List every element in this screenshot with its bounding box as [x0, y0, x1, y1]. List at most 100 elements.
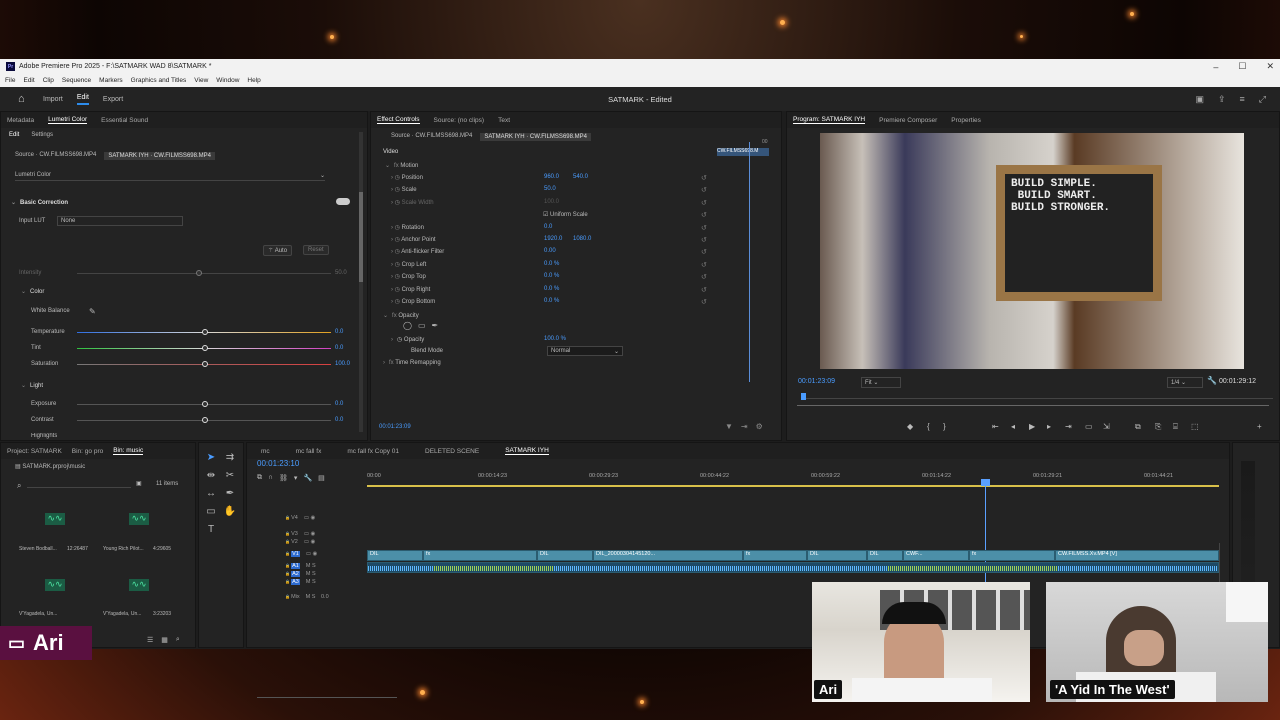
stopwatch-icon[interactable]: › ◷: [391, 287, 402, 293]
saturation-slider[interactable]: [77, 361, 331, 367]
chevron-right-icon[interactable]: ›: [391, 337, 393, 343]
property-value[interactable]: 1920.0: [544, 236, 562, 242]
temperature-value[interactable]: 0.0: [335, 329, 343, 335]
stopwatch-icon[interactable]: › ◷: [391, 237, 401, 243]
intensity-value[interactable]: 50.0: [335, 270, 347, 276]
menu-help[interactable]: Help: [247, 77, 260, 84]
basic-correction-toggle[interactable]: [336, 198, 350, 205]
mark-in-icon[interactable]: {: [927, 422, 930, 431]
property-value[interactable]: 0.0 %: [544, 298, 559, 304]
ec-timecode[interactable]: 00:01:23:09: [379, 424, 411, 430]
tab-premiere-composer[interactable]: Premiere Composer: [879, 117, 937, 124]
eye-icon[interactable]: ▭ ◉: [304, 531, 316, 537]
marker-icon[interactable]: ◆: [907, 422, 913, 431]
razor-tool-icon[interactable]: ✂: [223, 469, 237, 483]
stopwatch-icon[interactable]: › ◷: [391, 274, 402, 280]
track-header[interactable]: 🔒 V3 ▭ ◉: [285, 531, 315, 537]
eyedropper-icon[interactable]: ✎: [89, 307, 96, 316]
workspace-icon[interactable]: ▣: [1195, 94, 1204, 105]
tab-text[interactable]: Text: [498, 117, 510, 124]
tab-export[interactable]: Export: [103, 96, 123, 103]
property-value[interactable]: 100.0: [544, 199, 559, 205]
property-value[interactable]: 0.0: [544, 224, 552, 230]
reset-icon[interactable]: ↺: [701, 261, 707, 269]
stopwatch-icon[interactable]: › ◷: [391, 187, 402, 193]
contrast-value[interactable]: 0.0: [335, 417, 343, 423]
track-header[interactable]: 🔒 A3 M S: [285, 579, 316, 585]
chevron-down-icon[interactable]: ⌄: [385, 163, 390, 169]
search-input[interactable]: [27, 479, 131, 488]
minimize-button[interactable]: –: [1213, 62, 1218, 72]
video-clip[interactable]: DIL: [537, 550, 593, 561]
subtab-settings[interactable]: Settings: [31, 132, 53, 138]
track-header[interactable]: 🔒 V2 ▭ ◉: [285, 539, 315, 545]
step-forward-icon[interactable]: ▸: [1047, 422, 1051, 431]
camera-icon[interactable]: ⌸: [1173, 422, 1178, 432]
chevron-down-icon[interactable]: ⌄: [21, 383, 26, 389]
menu-view[interactable]: View: [194, 77, 208, 84]
timeline-zoom-scroll[interactable]: [257, 697, 397, 698]
ellipse-mask-icon[interactable]: ◯: [403, 321, 412, 330]
quality-select[interactable]: 1/4 ⌄: [1167, 377, 1203, 388]
reset-icon[interactable]: ↺: [701, 286, 707, 294]
light-section-header[interactable]: Light: [30, 383, 43, 389]
slip-tool-icon[interactable]: ↔: [204, 487, 218, 501]
temperature-slider[interactable]: [77, 329, 331, 335]
export-frame-icon[interactable]: ⇥: [741, 422, 748, 431]
track-header[interactable]: 🔒 A2 M S: [285, 571, 316, 577]
ec-playhead[interactable]: [749, 142, 750, 382]
snap-icon[interactable]: ∩: [268, 474, 273, 482]
icon-view-icon[interactable]: ▦: [161, 636, 168, 644]
stopwatch-icon[interactable]: › ◷: [391, 249, 401, 255]
scrollbar[interactable]: [359, 132, 363, 432]
tab-source[interactable]: Source: (no clips): [434, 117, 485, 124]
mark-out-icon[interactable]: }: [943, 422, 946, 431]
rect-mask-icon[interactable]: ▭: [418, 321, 426, 330]
reset-icon[interactable]: ↺: [701, 298, 707, 306]
search-icon[interactable]: ⌕: [17, 481, 21, 491]
tab-seq-mc[interactable]: mc: [261, 448, 270, 455]
fullscreen-icon[interactable]: ⤢: [1259, 94, 1266, 105]
find-icon[interactable]: ⌕: [176, 636, 180, 644]
bin-item-name[interactable]: Steven Bodball...: [19, 546, 57, 552]
tab-bin-go-pro[interactable]: Bin: go pro: [72, 448, 103, 455]
tab-metadata[interactable]: Metadata: [7, 117, 34, 124]
source-clip-tab[interactable]: Source · CW.FILMSS698.MP4: [391, 133, 472, 141]
property-value[interactable]: 0.0 %: [544, 286, 559, 292]
chevron-down-icon[interactable]: ⌄: [383, 313, 388, 319]
fit-select[interactable]: Fit ⌄: [861, 377, 901, 388]
track-header[interactable]: 🔒 V4 ▭ ◉: [285, 515, 315, 521]
mute-solo-icon[interactable]: M S: [306, 594, 316, 600]
tab-import[interactable]: Import: [43, 96, 63, 103]
sequence-clip-tab[interactable]: SATMARK IYH · CW.FILMSS698.MP4: [480, 133, 591, 141]
overwrite-icon[interactable]: ⇲: [1103, 422, 1110, 431]
program-scrubber[interactable]: [797, 405, 1269, 406]
add-marker-icon[interactable]: ▾: [294, 474, 298, 482]
linked-selection-icon[interactable]: ⛓: [279, 474, 288, 482]
menu-file[interactable]: File: [5, 77, 15, 84]
step-back-icon[interactable]: ◂: [1011, 422, 1015, 431]
exposure-slider[interactable]: [77, 401, 331, 407]
maximize-button[interactable]: ☐: [1238, 61, 1246, 72]
property-value[interactable]: 0.0 %: [544, 261, 559, 267]
captions-icon[interactable]: ▤: [318, 474, 325, 482]
track-header[interactable]: 🔒 Mix M S: [285, 594, 315, 600]
tab-seq-mc-fall-fx[interactable]: mc fall fx: [296, 448, 322, 455]
bin-item-name[interactable]: V'Yagadela, Un...: [19, 611, 57, 617]
blend-mode-select[interactable]: Normal ⌄: [547, 346, 623, 356]
tab-seq-deleted-scene[interactable]: DELETED SCENE: [425, 448, 479, 455]
new-bin-icon[interactable]: ▣: [136, 480, 142, 487]
subtab-edit[interactable]: Edit: [9, 132, 19, 138]
tab-edit[interactable]: Edit: [76, 94, 89, 105]
video-clip[interactable]: fx: [743, 550, 807, 561]
timeline-timecode[interactable]: 00:01:23:10: [257, 459, 299, 468]
home-icon[interactable]: ⌂: [18, 93, 29, 105]
reset-button[interactable]: Reset: [303, 245, 329, 255]
video-clip[interactable]: DIL_20000304145120...: [593, 550, 743, 561]
wrench-icon[interactable]: 🔧: [303, 474, 312, 482]
audio-thumb-icon[interactable]: ∿∿: [45, 513, 65, 525]
reset-icon[interactable]: ↺: [701, 236, 707, 244]
work-area-bar[interactable]: [367, 485, 1219, 487]
lift-icon[interactable]: ⎘: [1155, 422, 1161, 432]
basic-correction-header[interactable]: Basic Correction: [20, 200, 68, 206]
